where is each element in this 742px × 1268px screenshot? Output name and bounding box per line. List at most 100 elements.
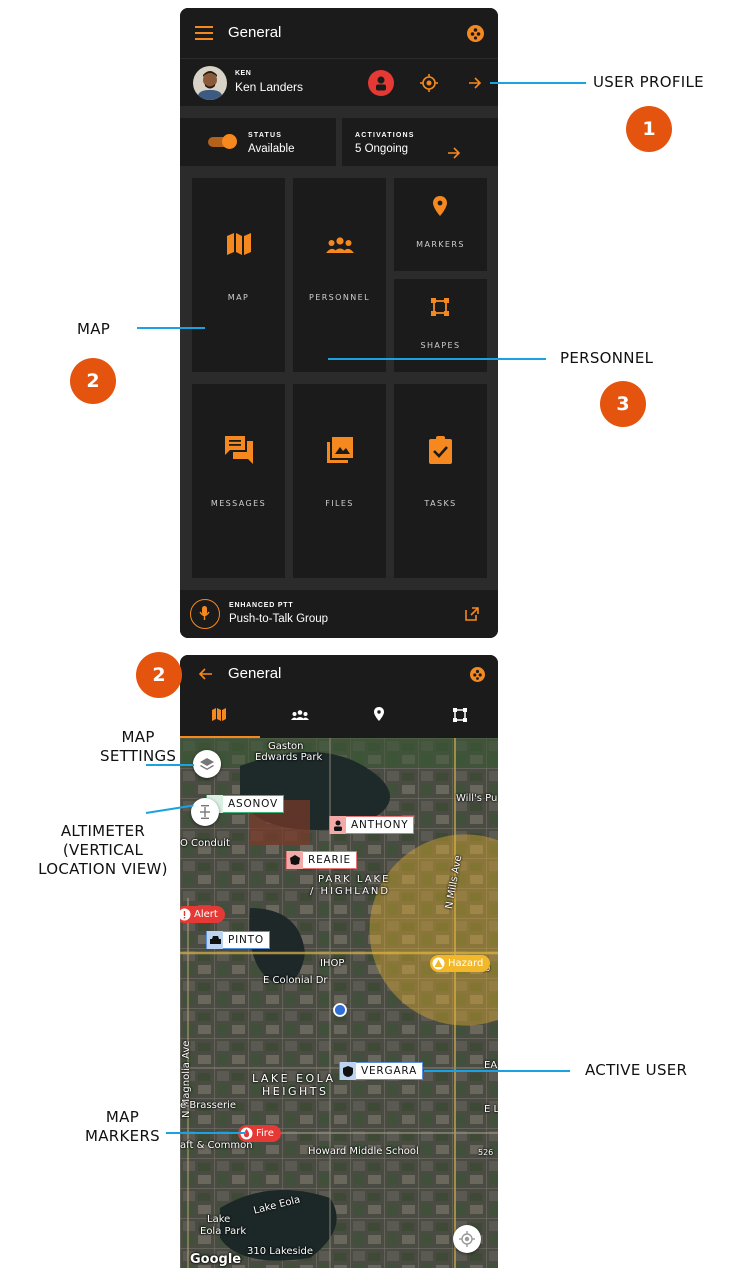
hazard-marker[interactable]: Hazard	[430, 955, 491, 972]
external-link-icon[interactable]	[465, 607, 479, 621]
map-layers-button[interactable]	[193, 750, 221, 778]
back-arrow-icon[interactable]	[197, 667, 213, 681]
tile-files-label: FILES	[325, 499, 354, 508]
ptt-bar[interactable]: ENHANCED PTT Push-to-Talk Group	[180, 590, 498, 638]
messages-icon	[225, 436, 253, 464]
microphone-icon	[199, 606, 210, 620]
badge-icon	[287, 851, 303, 869]
map-label: Edwards Park	[255, 752, 323, 763]
ptt-group: Push-to-Talk Group	[229, 613, 329, 625]
callout-map-settings: MAP SETTINGS	[100, 728, 177, 765]
map-label: O Conduit	[180, 838, 230, 849]
tab-shapes[interactable]	[419, 693, 499, 738]
alert-marker[interactable]: Alert	[180, 906, 225, 923]
user-tag-anthony[interactable]: ANTHONY	[329, 816, 415, 834]
tile-files[interactable]: FILES	[293, 384, 386, 578]
road-shield: 526	[478, 1148, 494, 1157]
callout-altimeter: ALTIMETER (VERTICAL LOCATION VIEW)	[38, 822, 168, 878]
user-status-icon[interactable]	[368, 70, 394, 96]
map-page-title: General	[228, 665, 282, 682]
map-label: IHOP	[320, 958, 345, 969]
callout-line	[328, 358, 546, 360]
user-name: Ken Landers	[235, 80, 304, 94]
locate-icon[interactable]	[420, 74, 438, 92]
map-label: E Colonial Dr	[263, 975, 328, 986]
map-label: / HIGHLAND	[310, 886, 391, 897]
map-label: aft & Common	[180, 1140, 253, 1151]
altimeter-icon	[200, 805, 210, 819]
callout-map-markers: MAP MARKERS	[85, 1108, 160, 1145]
tile-personnel[interactable]: PERSONNEL	[293, 178, 386, 372]
recenter-button[interactable]	[453, 1225, 481, 1253]
callout-map: MAP	[77, 320, 111, 338]
marker-icon	[374, 707, 384, 721]
step-badge-1: 1	[626, 106, 672, 152]
tab-markers[interactable]	[339, 693, 419, 738]
tile-tasks[interactable]: TASKS	[394, 384, 487, 578]
team-icon[interactable]	[470, 667, 485, 682]
dashboard-screen: General KEN Ken Landers STATUS Available…	[180, 8, 498, 638]
tab-map[interactable]	[180, 693, 260, 738]
step-badge-2-map: 2	[136, 652, 182, 698]
user-tag-pinto[interactable]: PINTO	[206, 931, 270, 949]
step-badge-3: 3	[600, 381, 646, 427]
callout-line	[490, 82, 586, 84]
tab-personnel[interactable]	[260, 693, 340, 738]
tile-markers[interactable]: MARKERS	[394, 178, 487, 271]
page-title: General	[228, 24, 282, 41]
map-label: E Li	[484, 1104, 498, 1115]
arrow-right-icon[interactable]	[468, 76, 482, 90]
activations-card[interactable]: ACTIVATIONS 5 Ongoing	[342, 118, 498, 166]
layers-icon	[200, 757, 214, 770]
shapes-icon	[431, 298, 449, 316]
tile-shapes-label: SHAPES	[420, 341, 461, 350]
tile-map-label: MAP	[227, 293, 250, 302]
callout-user-profile: USER PROFILE	[593, 73, 704, 91]
user-profile-row[interactable]: KEN Ken Landers	[180, 58, 498, 106]
status-card[interactable]: STATUS Available	[180, 118, 336, 166]
app-header: General	[180, 8, 498, 58]
callout-active-user: ACTIVE USER	[585, 1061, 688, 1079]
personnel-icon	[326, 237, 354, 253]
callout-personnel: PERSONNEL	[560, 349, 654, 367]
menu-icon[interactable]	[195, 26, 213, 40]
hazard-icon	[432, 957, 445, 970]
tile-messages[interactable]: MESSAGES	[192, 384, 285, 578]
tile-markers-label: MARKERS	[416, 240, 465, 249]
callout-line	[166, 1132, 246, 1134]
user-tag-vergara[interactable]: VERGARA	[339, 1062, 424, 1080]
shield-icon	[340, 1062, 356, 1080]
tile-map[interactable]: MAP	[192, 178, 285, 372]
map-label: Howard Middle School	[308, 1146, 419, 1157]
map-header: General	[180, 655, 498, 693]
map-label: Lake	[207, 1214, 231, 1225]
map-screen: General Gaston Edwards Park Will's Pu O …	[180, 655, 498, 1268]
callout-line	[137, 327, 205, 329]
map-tab-bar	[180, 693, 498, 738]
callout-line	[146, 764, 194, 766]
status-caption: STATUS	[248, 132, 283, 139]
map-icon	[212, 708, 226, 721]
personnel-icon	[290, 710, 309, 720]
team-icon[interactable]	[467, 25, 484, 42]
active-user-location[interactable]	[333, 1003, 347, 1017]
tile-personnel-label: PERSONNEL	[309, 293, 370, 302]
gps-icon	[459, 1231, 475, 1247]
ptt-caption: ENHANCED PTT	[229, 602, 294, 609]
files-icon	[327, 437, 353, 463]
vehicle-icon	[207, 931, 223, 949]
map-label: PARK LAKE	[318, 874, 391, 885]
avatar	[193, 66, 227, 100]
altimeter-button[interactable]	[191, 798, 219, 826]
map-view[interactable]: Gaston Edwards Park Will's Pu O Conduit …	[180, 738, 498, 1268]
user-tag-rearie[interactable]: REARIE	[286, 851, 357, 869]
arrow-right-icon[interactable]	[447, 146, 461, 160]
map-label: HEIGHTS	[262, 1085, 329, 1098]
activations-caption: ACTIVATIONS	[355, 132, 415, 139]
google-logo: Google	[190, 1252, 242, 1267]
map-icon	[227, 233, 251, 255]
microphone-button[interactable]	[190, 599, 220, 629]
map-label: Gaston	[268, 741, 304, 752]
activations-value: 5 Ongoing	[355, 143, 409, 155]
shapes-icon	[452, 708, 467, 722]
